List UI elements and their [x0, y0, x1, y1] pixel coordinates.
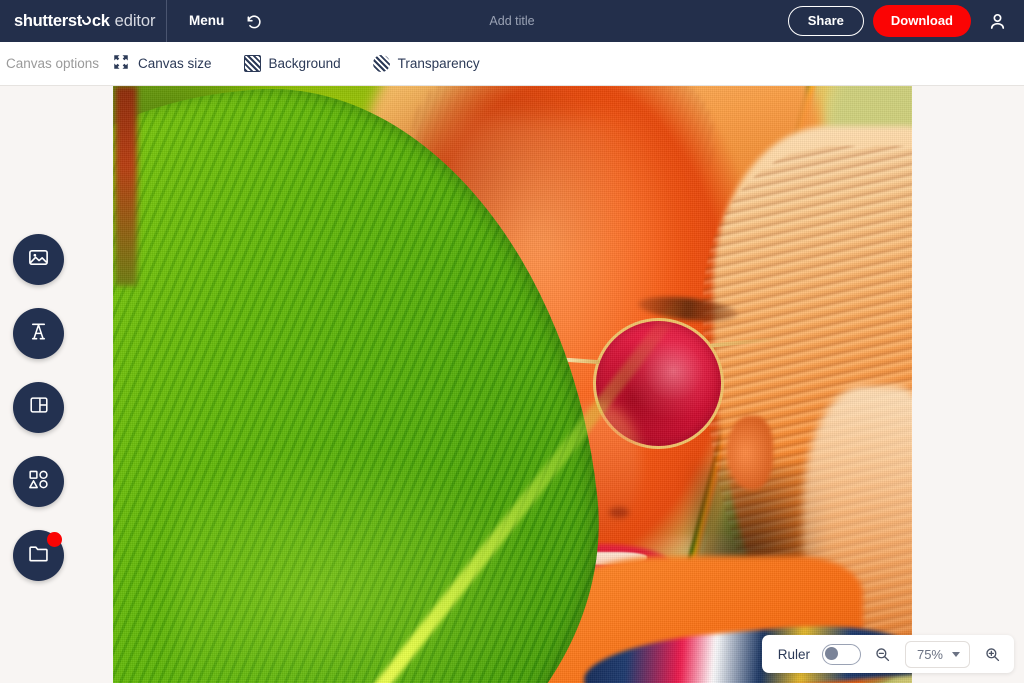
share-button[interactable]: Share: [787, 5, 864, 37]
sidebar-item-uploads[interactable]: [13, 530, 64, 581]
sidebar-item-images[interactable]: [13, 234, 64, 285]
sidebar-item-templates[interactable]: [13, 382, 64, 433]
canvas-size-label: Canvas size: [138, 56, 212, 71]
zoom-toolbar: Ruler 75%: [761, 635, 1014, 673]
shapes-icon: [27, 468, 50, 496]
logo-text-bold-tail: ck: [91, 11, 110, 30]
background-button[interactable]: Background: [236, 51, 349, 76]
transparency-button[interactable]: Transparency: [365, 51, 488, 76]
canvas-options-label: Canvas options: [6, 56, 100, 71]
header-actions: Share Download: [787, 0, 1024, 42]
uploads-notification-badge: [47, 532, 62, 547]
artwork-image: [113, 86, 912, 683]
canvas-size-button[interactable]: Canvas size: [104, 49, 220, 78]
layout-panel-icon: [28, 394, 50, 421]
text-a-icon: [27, 320, 50, 348]
transparency-label: Transparency: [397, 56, 480, 71]
app-header: shutterst ck editor Menu Add title Share…: [0, 0, 1024, 42]
shutterstock-editor-logo[interactable]: shutterst ck editor: [0, 12, 166, 31]
sidebar-item-text[interactable]: [13, 308, 64, 359]
artboard[interactable]: [113, 86, 912, 683]
zoom-level-value: 75%: [916, 646, 943, 662]
logo-text-editor: editor: [114, 11, 156, 30]
image-icon: [27, 246, 50, 274]
account-icon[interactable]: [980, 0, 1014, 42]
document-title-input[interactable]: [560, 8, 750, 34]
zoom-out-icon[interactable]: [873, 644, 893, 664]
workspace: Pages Ruler 75%: [0, 86, 1024, 683]
logo-text-bold: shutterst: [14, 11, 82, 30]
chevron-down-icon: [952, 651, 960, 657]
download-button[interactable]: Download: [872, 5, 971, 37]
undo-icon[interactable]: [238, 0, 268, 42]
sidebar-item-shapes[interactable]: [13, 456, 64, 507]
expand-arrows-icon: [112, 53, 130, 74]
canvas-options-toolbar: Canvas options Canvas size Background Tr…: [0, 42, 1024, 86]
ruler-label: Ruler: [777, 646, 810, 662]
hatched-circle-icon: [372, 55, 390, 72]
background-label: Background: [268, 56, 341, 71]
ruler-toggle[interactable]: [821, 643, 861, 665]
folder-icon: [27, 542, 50, 570]
ruler-toggle-knob: [825, 647, 839, 660]
zoom-in-icon[interactable]: [982, 644, 1002, 664]
zoom-level-select[interactable]: 75%: [904, 640, 970, 668]
menu-button[interactable]: Menu: [167, 0, 238, 42]
tool-rail: Pages: [0, 172, 113, 683]
hatched-square-icon: [243, 55, 261, 72]
